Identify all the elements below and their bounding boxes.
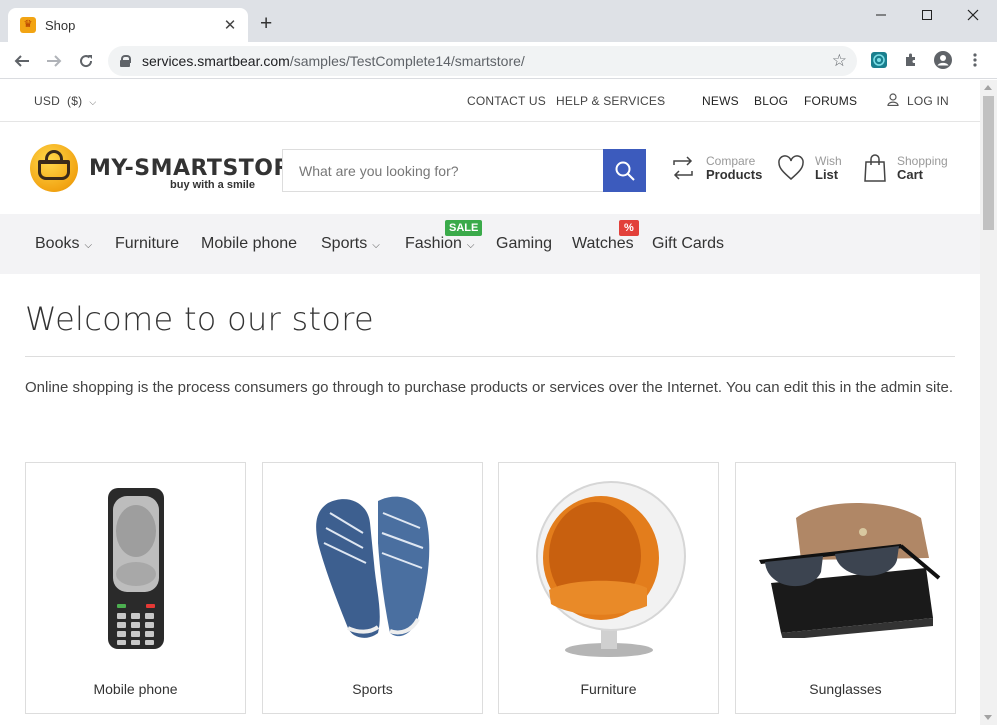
- user-icon: [887, 93, 899, 109]
- chevron-down-icon: ⌵: [466, 240, 475, 251]
- nav-item-gift-cards[interactable]: Gift Cards: [652, 235, 724, 253]
- url-host: services.smartbear.com: [142, 53, 290, 69]
- search-button[interactable]: [603, 149, 646, 192]
- scroll-down-arrow-icon[interactable]: [984, 715, 992, 720]
- heart-icon: [778, 155, 804, 180]
- title-divider: [25, 356, 955, 357]
- reload-button[interactable]: [75, 50, 97, 72]
- compare-products-link[interactable]: Compare Products: [670, 154, 762, 182]
- minimize-button[interactable]: [858, 0, 904, 30]
- compare-label-big: Products: [706, 167, 763, 182]
- nav-item-furniture[interactable]: Furniture: [115, 235, 179, 253]
- new-tab-button[interactable]: +: [260, 13, 272, 34]
- top-utility-bar: USD ($) ⌵ CONTACT US HELP & SERVICES ⌵ N…: [0, 80, 980, 122]
- shopping-bag-icon: [864, 154, 886, 182]
- nav-label: Sports: [321, 235, 368, 252]
- search-icon: [615, 161, 635, 181]
- category-card-sunglasses[interactable]: Sunglasses: [735, 462, 956, 714]
- logo-text: MY-SMARTSTORE: [89, 156, 307, 181]
- url-field[interactable]: services.smartbear.com/samples/TestCompl…: [108, 46, 857, 76]
- nav-label: Fashion: [405, 235, 462, 252]
- news-link[interactable]: NEWS: [702, 94, 739, 108]
- close-window-button[interactable]: [950, 0, 996, 30]
- mobile-phone-image: [26, 473, 245, 663]
- browser-menu-icon[interactable]: [965, 50, 985, 70]
- cart-label-small: Shopping: [897, 154, 948, 168]
- compare-arrows-icon: [673, 156, 693, 180]
- nav-item-mobile-phone[interactable]: Mobile phone: [201, 235, 297, 253]
- nav-label: Books: [35, 235, 80, 252]
- wish-label-big: List: [815, 167, 839, 182]
- category-caption: Furniture: [580, 681, 637, 697]
- wishlist-link[interactable]: Wish List: [777, 154, 842, 182]
- scrollbar-thumb[interactable]: [983, 96, 994, 230]
- search-input[interactable]: [283, 150, 603, 191]
- close-tab-icon[interactable]: ✕: [222, 16, 238, 34]
- category-caption: Sunglasses: [809, 681, 882, 697]
- url-path: /samples/TestComplete14/smartstore/: [289, 53, 525, 69]
- search-box: [282, 149, 646, 192]
- contact-link[interactable]: CONTACT US: [467, 94, 546, 108]
- tab-title: Shop: [45, 17, 76, 33]
- forums-link[interactable]: FORUMS: [804, 94, 857, 108]
- intro-text: Online shopping is the process consumers…: [25, 379, 954, 396]
- currency-selector[interactable]: USD ($) ⌵: [34, 94, 96, 108]
- maximize-button[interactable]: [904, 0, 950, 30]
- forward-button[interactable]: [43, 50, 65, 72]
- page-content: USD ($) ⌵ CONTACT US HELP & SERVICES ⌵ N…: [0, 80, 980, 725]
- category-caption: Sports: [352, 681, 393, 697]
- main-navigation: Books ⌵ Furniture Mobile phone Sports ⌵ Fa…: [0, 214, 980, 274]
- chevron-down-icon: ⌵: [84, 240, 93, 251]
- browser-tab-bar: ♛ Shop ✕ +: [0, 0, 997, 42]
- browser-tab[interactable]: ♛ Shop ✕: [8, 8, 248, 42]
- wish-label-small: Wish: [815, 154, 842, 168]
- lock-icon: [120, 55, 131, 67]
- cart-label-big: Cart: [897, 167, 924, 182]
- currency-symbol: ($): [67, 94, 83, 108]
- extensions-puzzle-icon[interactable]: [901, 50, 921, 70]
- nav-item-fashion[interactable]: Fashion ⌵: [405, 235, 475, 253]
- chevron-down-icon: ⌵: [657, 94, 665, 104]
- nav-item-sports[interactable]: Sports ⌵: [321, 235, 380, 253]
- logo-tagline: buy with a smile: [170, 179, 255, 191]
- page-scrollbar[interactable]: [980, 80, 997, 725]
- nav-item-gaming[interactable]: Gaming: [496, 235, 552, 253]
- category-caption: Mobile phone: [93, 681, 178, 697]
- chevron-down-icon: ⌵: [89, 97, 97, 107]
- nav-item-books[interactable]: Books ⌵: [35, 235, 92, 253]
- ball-chair-image: [499, 473, 718, 663]
- chevron-down-icon: ⌵: [372, 240, 380, 251]
- compare-label-small: Compare: [706, 154, 756, 168]
- back-button[interactable]: [11, 50, 33, 72]
- blog-link[interactable]: BLOG: [754, 94, 788, 108]
- login-link[interactable]: LOG IN: [907, 94, 949, 108]
- extension-icon[interactable]: [869, 50, 889, 70]
- category-card-sports[interactable]: Sports: [262, 462, 483, 714]
- category-card-furniture[interactable]: Furniture: [498, 462, 719, 714]
- profile-avatar-icon[interactable]: [933, 50, 953, 70]
- sports-shoes-image: [263, 473, 482, 663]
- page-title: Welcome to our store: [25, 300, 374, 338]
- scroll-up-arrow-icon[interactable]: [984, 85, 992, 90]
- sale-badge: SALE: [445, 220, 483, 236]
- bookmark-star-icon[interactable]: ☆: [832, 51, 847, 71]
- address-bar: services.smartbear.com/samples/TestCompl…: [0, 42, 997, 79]
- shop-favicon-icon: ♛: [20, 17, 36, 33]
- shopping-cart-link[interactable]: Shopping Cart: [863, 154, 948, 182]
- discount-badge: %: [619, 220, 639, 236]
- sunglasses-image: [736, 473, 955, 663]
- nav-item-watches[interactable]: Watches: [572, 235, 634, 253]
- category-card-mobile-phone[interactable]: Mobile phone: [25, 462, 246, 714]
- currency-code: USD: [34, 94, 60, 108]
- site-header: MY-SMARTSTORE buy with a smile ComparePr…: [0, 122, 980, 214]
- help-services-link[interactable]: HELP & SERVICES: [556, 94, 665, 108]
